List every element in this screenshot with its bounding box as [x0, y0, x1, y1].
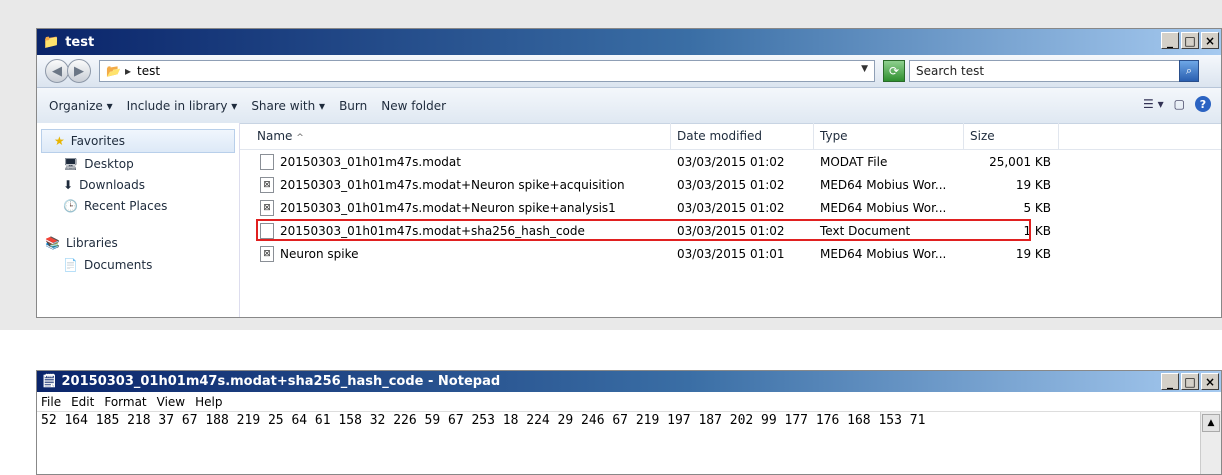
close-button[interactable]: × [1201, 32, 1219, 49]
file-row[interactable]: ⊠ 20150303_01h01m47s.modat+Neuron spike+a… [240, 173, 1221, 196]
folder-icon: 📂 [106, 64, 121, 78]
burn-button[interactable]: Burn [339, 99, 367, 113]
back-button[interactable]: ◀ [45, 59, 69, 83]
file-name: 20150303_01h01m47s.modat+sha256_hash_cod… [280, 223, 585, 238]
address-dropdown-icon[interactable]: ▼ [861, 64, 868, 74]
sort-ascending-icon: ^ [296, 133, 304, 143]
mobius-file-icon: ⊠ [260, 199, 274, 216]
notepad-menu-bar: File Edit Format View Help [37, 392, 1221, 412]
nav-favorites[interactable]: ★ Favorites [41, 129, 235, 153]
file-type: MODAT File [820, 154, 888, 169]
file-size: 19 KB [1015, 246, 1051, 261]
nav-item-label: Downloads [79, 177, 145, 192]
menu-file[interactable]: File [41, 395, 61, 409]
address-bar[interactable]: 📂 ▸ test ▼ [99, 60, 875, 82]
mobius-file-icon: ⊠ [260, 245, 274, 262]
nav-libraries-label: Libraries [65, 236, 118, 250]
file-type: MED64 Mobius Wor... [820, 246, 947, 261]
close-button[interactable]: × [1201, 373, 1219, 390]
file-date: 03/03/2015 01:02 [677, 200, 785, 215]
file-name: Neuron spike [280, 246, 359, 261]
breadcrumb-folder[interactable]: test [137, 64, 160, 78]
search-icon[interactable]: ⌕ [1179, 60, 1199, 82]
blank-file-icon [260, 153, 274, 170]
file-date: 03/03/2015 01:02 [677, 177, 785, 192]
maximize-button[interactable]: □ [1181, 32, 1199, 49]
file-size: 5 KB [1023, 200, 1051, 215]
file-type: Text Document [820, 223, 911, 238]
notepad-text-area[interactable]: 52 164 185 218 37 67 188 219 25 64 61 15… [41, 413, 1197, 428]
file-row[interactable]: 20150303_01h01m47s.modat 03/03/2015 01:0… [240, 150, 1221, 173]
nav-libraries[interactable]: 📚 Libraries [37, 232, 239, 254]
preview-pane-icon[interactable]: ▢ [1174, 97, 1185, 111]
search-input[interactable]: Search test [909, 60, 1197, 82]
star-icon: ★ [54, 134, 65, 148]
breadcrumb-chevron-icon[interactable]: ▸ [125, 64, 131, 78]
scroll-up-icon[interactable]: ▲ [1202, 414, 1220, 432]
explorer-window: 📁 test _ □ × ◀ ▶ 📂 ▸ test ▼ ⟳ Search tes… [36, 28, 1222, 318]
new-folder-button[interactable]: New folder [381, 99, 446, 113]
share-with-button[interactable]: Share with ▾ [251, 99, 325, 113]
forward-button[interactable]: ▶ [67, 59, 91, 83]
nav-item-documents[interactable]: 📄 Documents [37, 254, 239, 275]
column-header-size[interactable]: Size [964, 123, 1059, 149]
column-header-date[interactable]: Date modified [671, 123, 814, 149]
documents-icon: 📄 [63, 257, 78, 272]
include-in-library-button[interactable]: Include in library ▾ [127, 99, 238, 113]
nav-item-label: Desktop [84, 156, 134, 171]
file-size: 1 KB [1023, 223, 1051, 238]
minimize-button[interactable]: _ [1161, 373, 1179, 390]
file-name: 20150303_01h01m47s.modat [280, 154, 461, 169]
file-type: MED64 Mobius Wor... [820, 200, 947, 215]
nav-item-desktop[interactable]: 🖥 Desktop [37, 153, 239, 174]
file-date: 03/03/2015 01:02 [677, 154, 785, 169]
desktop-icon: 🖥 [63, 156, 79, 171]
vertical-scrollbar[interactable]: ▲ [1200, 412, 1221, 474]
mobius-file-icon: ⊠ [260, 176, 274, 193]
file-date: 03/03/2015 01:02 [677, 223, 785, 238]
folder-icon: 📁 [43, 34, 60, 50]
minimize-button[interactable]: _ [1161, 32, 1179, 49]
file-type: MED64 Mobius Wor... [820, 177, 947, 192]
libraries-icon: 📚 [45, 236, 60, 250]
menu-view[interactable]: View [157, 395, 185, 409]
text-file-icon [260, 222, 274, 239]
file-row[interactable]: ⊠ Neuron spike 03/03/2015 01:01 MED64 Mob… [240, 242, 1221, 265]
file-size: 25,001 KB [989, 154, 1051, 169]
notepad-title: 20150303_01h01m47s.modat+sha256_hash_cod… [61, 374, 501, 389]
file-list: Name ^ Date modified Type Size 20150303_… [240, 123, 1221, 317]
nav-item-downloads[interactable]: ⬇ Downloads [37, 174, 239, 195]
change-view-icon[interactable]: ☰ ▾ [1143, 97, 1164, 111]
organize-button[interactable]: Organize ▾ [49, 99, 113, 113]
maximize-button[interactable]: □ [1181, 373, 1199, 390]
file-name: 20150303_01h01m47s.modat+Neuron spike+an… [280, 200, 616, 215]
nav-item-label: Documents [83, 257, 153, 272]
help-icon[interactable]: ? [1195, 96, 1211, 112]
command-toolbar: Organize ▾ Include in library ▾ Share wi… [37, 88, 1221, 124]
navigation-pane: ★ Favorites 🖥 Desktop ⬇ Downloads 🕒 Rece… [37, 123, 240, 317]
notepad-window: 🗒 20150303_01h01m47s.modat+sha256_hash_c… [36, 370, 1222, 475]
notepad-icon: 🗒 [41, 374, 58, 389]
nav-favorites-label: Favorites [70, 134, 125, 148]
file-row-highlighted[interactable]: 20150303_01h01m47s.modat+sha256_hash_cod… [240, 219, 1221, 242]
file-name: 20150303_01h01m47s.modat+Neuron spike+ac… [280, 177, 625, 192]
column-header-name[interactable]: Name ^ [240, 123, 671, 149]
menu-edit[interactable]: Edit [71, 395, 94, 409]
downloads-icon: ⬇ [63, 177, 74, 192]
recent-places-icon: 🕒 [63, 198, 78, 213]
address-navigation-bar: ◀ ▶ 📂 ▸ test ▼ ⟳ Search test ⌕ [37, 55, 1221, 88]
menu-format[interactable]: Format [104, 395, 146, 409]
nav-item-label: Recent Places [83, 198, 168, 213]
column-headers: Name ^ Date modified Type Size [240, 123, 1221, 150]
nav-item-recent-places[interactable]: 🕒 Recent Places [37, 195, 239, 216]
menu-help[interactable]: Help [195, 395, 222, 409]
refresh-button[interactable]: ⟳ [883, 60, 905, 82]
file-date: 03/03/2015 01:01 [677, 246, 785, 261]
explorer-title: test [65, 34, 95, 50]
explorer-title-bar[interactable]: 📁 test _ □ × [37, 29, 1221, 55]
file-size: 19 KB [1015, 177, 1051, 192]
file-row[interactable]: ⊠ 20150303_01h01m47s.modat+Neuron spike+a… [240, 196, 1221, 219]
notepad-title-bar[interactable]: 🗒 20150303_01h01m47s.modat+sha256_hash_c… [37, 371, 1221, 392]
column-header-type[interactable]: Type [814, 123, 964, 149]
